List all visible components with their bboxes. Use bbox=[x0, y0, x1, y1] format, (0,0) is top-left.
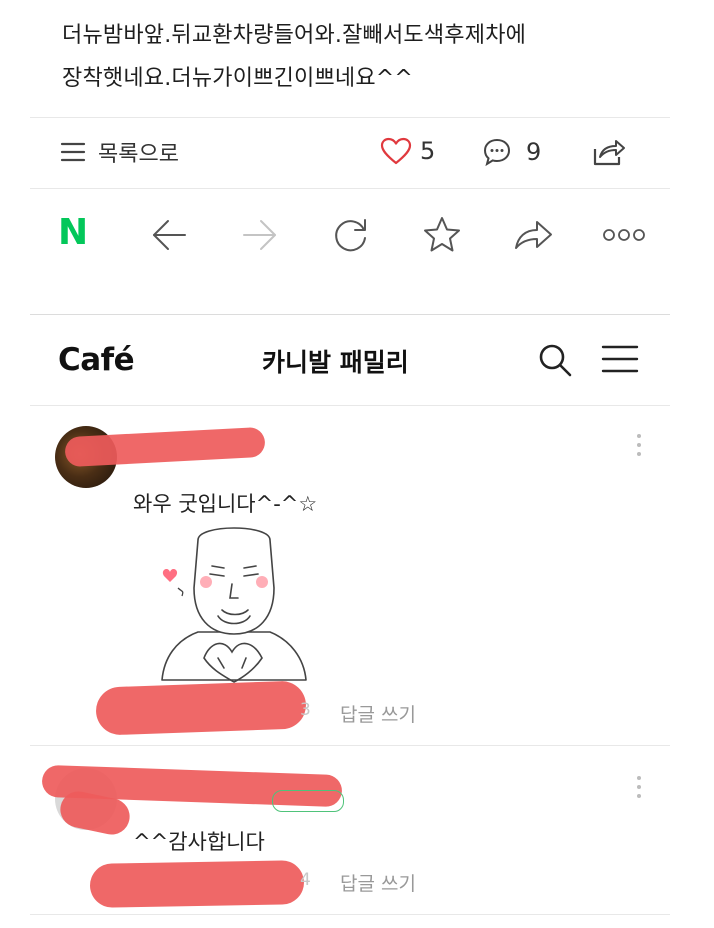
comment-bubble-icon bbox=[482, 137, 512, 167]
more-vertical-icon[interactable] bbox=[637, 434, 641, 461]
comment-button[interactable]: 9 bbox=[482, 137, 541, 167]
divider bbox=[30, 914, 670, 915]
like-count: 5 bbox=[420, 137, 436, 165]
divider bbox=[30, 117, 670, 118]
share-arrow-icon[interactable] bbox=[512, 218, 554, 252]
redaction-mark bbox=[89, 860, 305, 908]
forward-arrow-icon[interactable] bbox=[242, 218, 278, 252]
heart-icon bbox=[380, 137, 412, 165]
divider bbox=[30, 745, 670, 746]
hamburger-menu-icon[interactable] bbox=[601, 344, 639, 374]
list-button[interactable]: 목록으로 bbox=[60, 136, 179, 168]
redaction-mark bbox=[95, 680, 307, 736]
cafe-title[interactable]: 카니발 패밀리 bbox=[262, 343, 409, 379]
divider bbox=[30, 188, 670, 189]
list-label: 목록으로 bbox=[98, 142, 179, 167]
post-line-1: 더뉴밤바앞.뒤교환차량들어와.잘빼서도색후제차에 bbox=[62, 23, 527, 48]
divider bbox=[30, 405, 670, 406]
back-arrow-icon[interactable] bbox=[151, 218, 187, 252]
share-icon[interactable] bbox=[592, 137, 626, 167]
comment-count: 9 bbox=[526, 138, 542, 166]
menu-lines-icon bbox=[60, 141, 86, 163]
comment-date-partial: 3 bbox=[300, 700, 311, 720]
comment-text: 와우 굿입니다^-^☆ bbox=[133, 492, 318, 516]
naver-n-icon[interactable]: N bbox=[58, 212, 88, 253]
refresh-icon[interactable] bbox=[332, 216, 370, 254]
reply-button[interactable]: 답글 쓰기 bbox=[340, 700, 416, 727]
star-icon[interactable] bbox=[422, 215, 462, 253]
comment-text: ^^감사합니다 bbox=[133, 830, 265, 854]
member-badge bbox=[272, 790, 344, 812]
heart-hands-sticker bbox=[158, 518, 310, 688]
like-button[interactable]: 5 bbox=[380, 137, 435, 165]
reply-button[interactable]: 답글 쓰기 bbox=[340, 869, 416, 896]
divider bbox=[30, 314, 670, 315]
more-horizontal-icon[interactable] bbox=[602, 227, 646, 243]
post-body: 더뉴밤바앞.뒤교환차량들어와.잘빼서도색후제차에 장착햇네요.더뉴가이쁘긴이쁘네… bbox=[62, 14, 682, 100]
cafe-logo[interactable]: Café bbox=[58, 342, 135, 378]
search-icon[interactable] bbox=[537, 342, 573, 378]
more-vertical-icon[interactable] bbox=[637, 776, 641, 803]
post-line-2: 장착햇네요.더뉴가이쁘긴이쁘네요^^ bbox=[62, 66, 414, 91]
comment-date-partial: 4 bbox=[300, 870, 311, 890]
